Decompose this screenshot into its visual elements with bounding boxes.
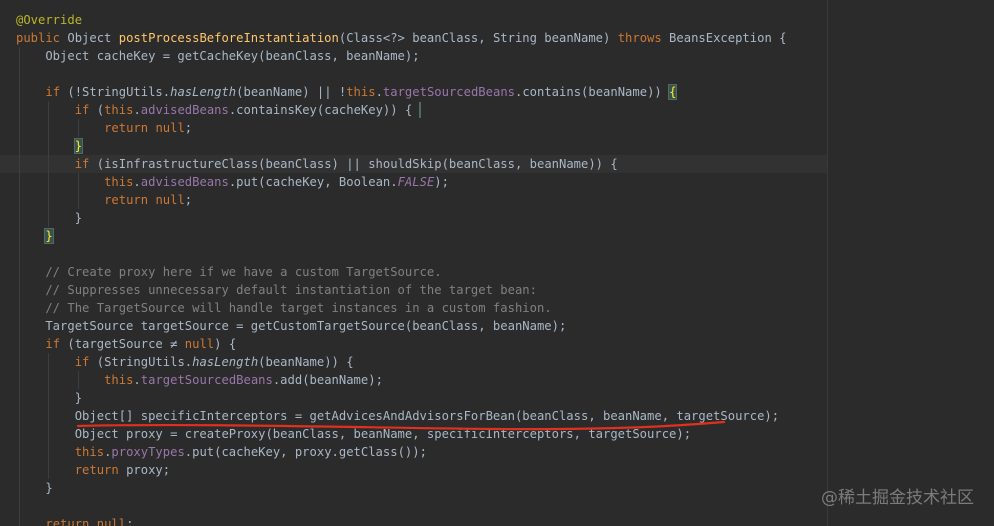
code-line[interactable]: if (!StringUtils.hasLength(beanName) || … — [16, 83, 678, 101]
code-line[interactable]: } — [16, 209, 82, 227]
code-line[interactable]: if (isInfrastructureClass(beanClass) || … — [16, 155, 618, 173]
code-line[interactable]: if (StringUtils.hasLength(beanName)) { — [16, 353, 354, 371]
watermark: @稀土掘金技术社区 — [821, 488, 974, 508]
code-line[interactable]: return null; — [16, 515, 133, 526]
code-line[interactable]: Object cacheKey = getCacheKey(beanClass,… — [16, 47, 419, 65]
code-line[interactable]: // Create proxy here if we have a custom… — [16, 263, 441, 281]
code-line[interactable]: if (this.advisedBeans.containsKey(cacheK… — [16, 101, 420, 119]
code-line[interactable]: // Suppresses unnecessary default instan… — [16, 281, 537, 299]
code-line[interactable]: this.targetSourcedBeans.add(beanName); — [16, 371, 383, 389]
code-line[interactable]: if (targetSource ≠ null) { — [16, 335, 236, 353]
right-margin-guide — [827, 0, 828, 526]
code-line[interactable]: this.proxyTypes.put(cacheKey, proxy.getC… — [16, 443, 427, 461]
code-line[interactable]: TargetSource targetSource = getCustomTar… — [16, 317, 566, 335]
code-line[interactable]: public Object postProcessBeforeInstantia… — [16, 29, 786, 47]
code-line[interactable]: } — [16, 227, 54, 245]
code-line[interactable]: this.advisedBeans.put(cacheKey, Boolean.… — [16, 173, 449, 191]
code-line[interactable]: } — [16, 479, 52, 497]
red-underline-annotation — [76, 420, 726, 431]
code-line[interactable]: return null; — [16, 191, 192, 209]
code-editor[interactable]: @Override public Object postProcessBefore… — [0, 0, 994, 526]
code-line[interactable]: return proxy; — [16, 461, 170, 479]
code-line[interactable]: @Override — [16, 11, 82, 29]
code-line[interactable]: // The TargetSource will handle target i… — [16, 299, 551, 317]
code-line[interactable]: } — [16, 389, 82, 407]
code-line[interactable]: return null; — [16, 119, 192, 137]
code-line[interactable]: } — [16, 137, 84, 155]
